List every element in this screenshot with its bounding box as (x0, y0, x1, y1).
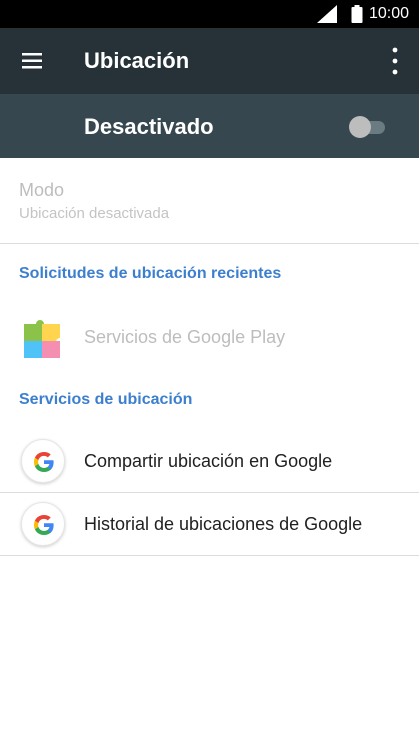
location-history-label: Historial de ubicaciones de Google (84, 514, 363, 534)
mode-title: Modo (19, 180, 65, 200)
master-switch-label: Desactivado (84, 114, 214, 139)
divider (0, 243, 419, 244)
menu-icon (22, 53, 42, 69)
toggle-thumb (349, 116, 371, 138)
signal-icon (317, 5, 337, 23)
recent-request-item[interactable]: Servicios de Google Play (0, 306, 419, 368)
recent-request-label: Servicios de Google Play (84, 327, 286, 347)
more-vert-icon (392, 47, 398, 75)
mode-setting-item[interactable]: Modo Ubicación desactivada (0, 158, 419, 242)
status-bar: 10:00 (0, 0, 419, 28)
location-master-switch-bar[interactable]: Desactivado (0, 94, 419, 158)
location-history-item[interactable]: Historial de ubicaciones de Google (0, 493, 419, 555)
navigation-menu-button[interactable] (20, 50, 44, 72)
page-title: Ubicación (84, 48, 190, 73)
mode-summary: Ubicación desactivada (19, 205, 170, 222)
share-location-label: Compartir ubicación en Google (84, 451, 333, 471)
google-icon-badge (20, 438, 65, 484)
google-icon (21, 502, 65, 546)
location-services-header: Servicios de ubicación (19, 391, 193, 408)
location-toggle-switch[interactable] (349, 116, 387, 138)
divider (0, 555, 419, 556)
recent-requests-header: Solicitudes de ubicación recientes (19, 265, 282, 282)
app-bar: Ubicación (0, 28, 419, 94)
google-icon (21, 439, 65, 483)
share-location-item[interactable]: Compartir ubicación en Google (0, 430, 419, 492)
status-time: 10:00 (368, 5, 409, 22)
google-icon-badge (20, 501, 65, 547)
google-play-services-icon (20, 314, 64, 360)
battery-icon (351, 5, 363, 23)
more-options-button[interactable] (389, 46, 401, 76)
